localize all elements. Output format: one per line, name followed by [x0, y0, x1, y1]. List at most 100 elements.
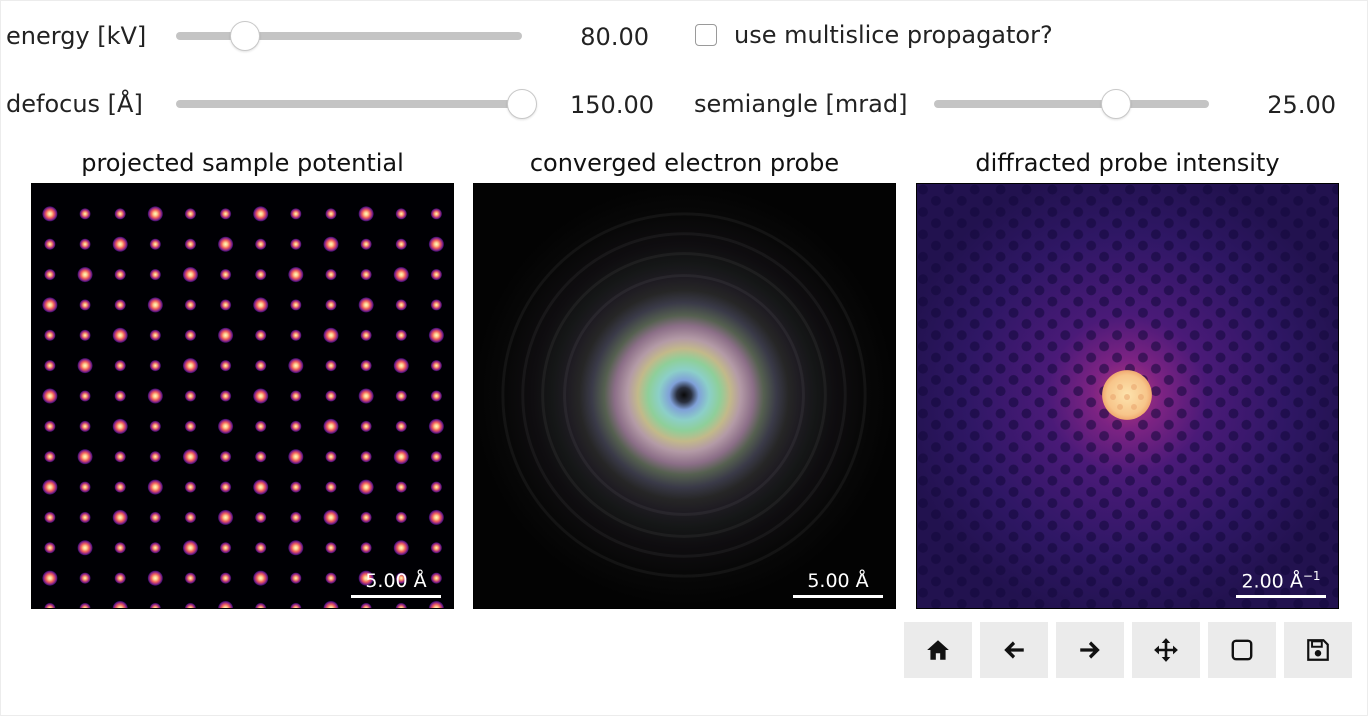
- multislice-checkbox[interactable]: [695, 24, 717, 46]
- back-button[interactable]: [980, 622, 1048, 678]
- semiangle-slider[interactable]: [934, 89, 1209, 119]
- atom-spot: [395, 298, 408, 311]
- atom-spot: [428, 236, 445, 253]
- atom-spot: [395, 481, 408, 494]
- probe-panel[interactable]: 5.00 Å: [473, 183, 896, 609]
- atom-spot: [287, 357, 304, 374]
- energy-slider[interactable]: [176, 21, 522, 51]
- probe-title: converged electron probe: [529, 149, 840, 177]
- square-icon: [1231, 639, 1253, 661]
- atom-spot: [430, 298, 443, 311]
- diffraction-scalebar: 2.00 Å−1: [1236, 565, 1326, 598]
- atom-spot: [79, 572, 92, 585]
- atom-spot: [147, 570, 164, 587]
- atom-spot: [41, 388, 58, 404]
- floppy-disk-icon: [1307, 639, 1329, 661]
- energy-slider-thumb[interactable]: [230, 21, 261, 51]
- defocus-slider-thumb[interactable]: [507, 89, 537, 119]
- atom-spot: [77, 357, 94, 374]
- atom-spot: [219, 390, 232, 402]
- atom-spot: [149, 450, 162, 463]
- atom-spot: [184, 511, 197, 524]
- atom-spot: [393, 357, 410, 374]
- atom-spot: [252, 296, 269, 313]
- atom-spot: [393, 539, 410, 556]
- diffraction-pattern-image[interactable]: [917, 184, 1338, 608]
- atom-spot: [428, 418, 445, 435]
- atom-spot: [149, 511, 162, 524]
- semiangle-slider-track[interactable]: [934, 100, 1209, 108]
- atom-spot: [428, 509, 445, 526]
- atom-spot: [289, 481, 302, 494]
- atom-spot: [41, 479, 58, 496]
- atom-spot: [254, 450, 267, 463]
- probe-rings-image[interactable]: [474, 184, 895, 608]
- atom-spot: [219, 207, 232, 220]
- atom-spot: [182, 539, 199, 556]
- atom-spot: [114, 298, 127, 311]
- atom-spot: [43, 238, 56, 251]
- atom-spot: [219, 359, 232, 372]
- atom-spot: [358, 388, 375, 404]
- defocus-value: 150.00: [570, 91, 654, 119]
- atom-spot: [358, 479, 375, 496]
- atom-spot: [79, 238, 92, 251]
- atom-spot: [325, 207, 337, 220]
- atomic-lattice-image[interactable]: [32, 184, 453, 608]
- defocus-slider[interactable]: [176, 89, 537, 119]
- atom-spot: [184, 390, 197, 402]
- potential-scalebar-line: [351, 595, 441, 598]
- atom-spot: [114, 541, 127, 554]
- atom-spot: [325, 572, 337, 585]
- arrow-right-icon: [1080, 641, 1100, 659]
- atom-spot: [79, 298, 92, 311]
- atom-spot: [217, 418, 234, 435]
- atom-spot: [182, 266, 199, 283]
- atom-spot: [149, 359, 162, 372]
- save-button[interactable]: [1284, 622, 1352, 678]
- atom-spot: [184, 329, 197, 342]
- pan-button[interactable]: [1132, 622, 1200, 678]
- potential-panel[interactable]: 5.00 Å: [31, 183, 454, 609]
- atom-spot: [252, 570, 269, 587]
- atom-spot: [114, 450, 127, 463]
- atom-spot: [289, 238, 302, 251]
- energy-slider-track[interactable]: [176, 32, 522, 40]
- atom-spot: [252, 479, 269, 496]
- atom-spot: [325, 390, 337, 402]
- atom-spot: [79, 329, 92, 342]
- atom-spot: [287, 539, 304, 556]
- diffraction-scalebar-line: [1236, 595, 1326, 598]
- atom-spot: [289, 420, 302, 433]
- semiangle-value: 25.00: [1267, 91, 1336, 119]
- atom-spot: [79, 481, 92, 494]
- atom-spot: [219, 572, 232, 585]
- diffraction-scalebar-label: 2.00 Å−1: [1236, 565, 1326, 592]
- atom-spot: [147, 296, 164, 313]
- atom-spot: [114, 572, 127, 585]
- atom-spot: [217, 327, 234, 344]
- atom-spot: [114, 359, 127, 372]
- multislice-label: use multislice propagator?: [734, 21, 1053, 49]
- forward-button[interactable]: [1056, 622, 1124, 678]
- atom-spot: [254, 359, 267, 372]
- atom-spot: [184, 481, 197, 494]
- semiangle-slider-thumb[interactable]: [1100, 89, 1131, 119]
- diffraction-panel[interactable]: 2.00 Å−1: [916, 183, 1339, 609]
- atom-spot: [360, 541, 373, 554]
- atom-spot: [43, 359, 56, 372]
- probe-scalebar-line: [793, 595, 883, 598]
- atom-spot: [360, 329, 373, 342]
- home-button[interactable]: [904, 622, 972, 678]
- atom-spot: [358, 205, 375, 222]
- atom-spot: [323, 509, 339, 526]
- defocus-slider-track[interactable]: [176, 100, 522, 108]
- atom-spot: [254, 329, 267, 342]
- probe-scalebar: 5.00 Å: [793, 570, 883, 598]
- atom-spot: [393, 266, 410, 283]
- zoom-rect-button[interactable]: [1208, 622, 1276, 678]
- atom-spot: [149, 420, 162, 433]
- atom-spot: [184, 238, 197, 251]
- atom-spot: [360, 359, 373, 372]
- atom-spot: [184, 420, 197, 433]
